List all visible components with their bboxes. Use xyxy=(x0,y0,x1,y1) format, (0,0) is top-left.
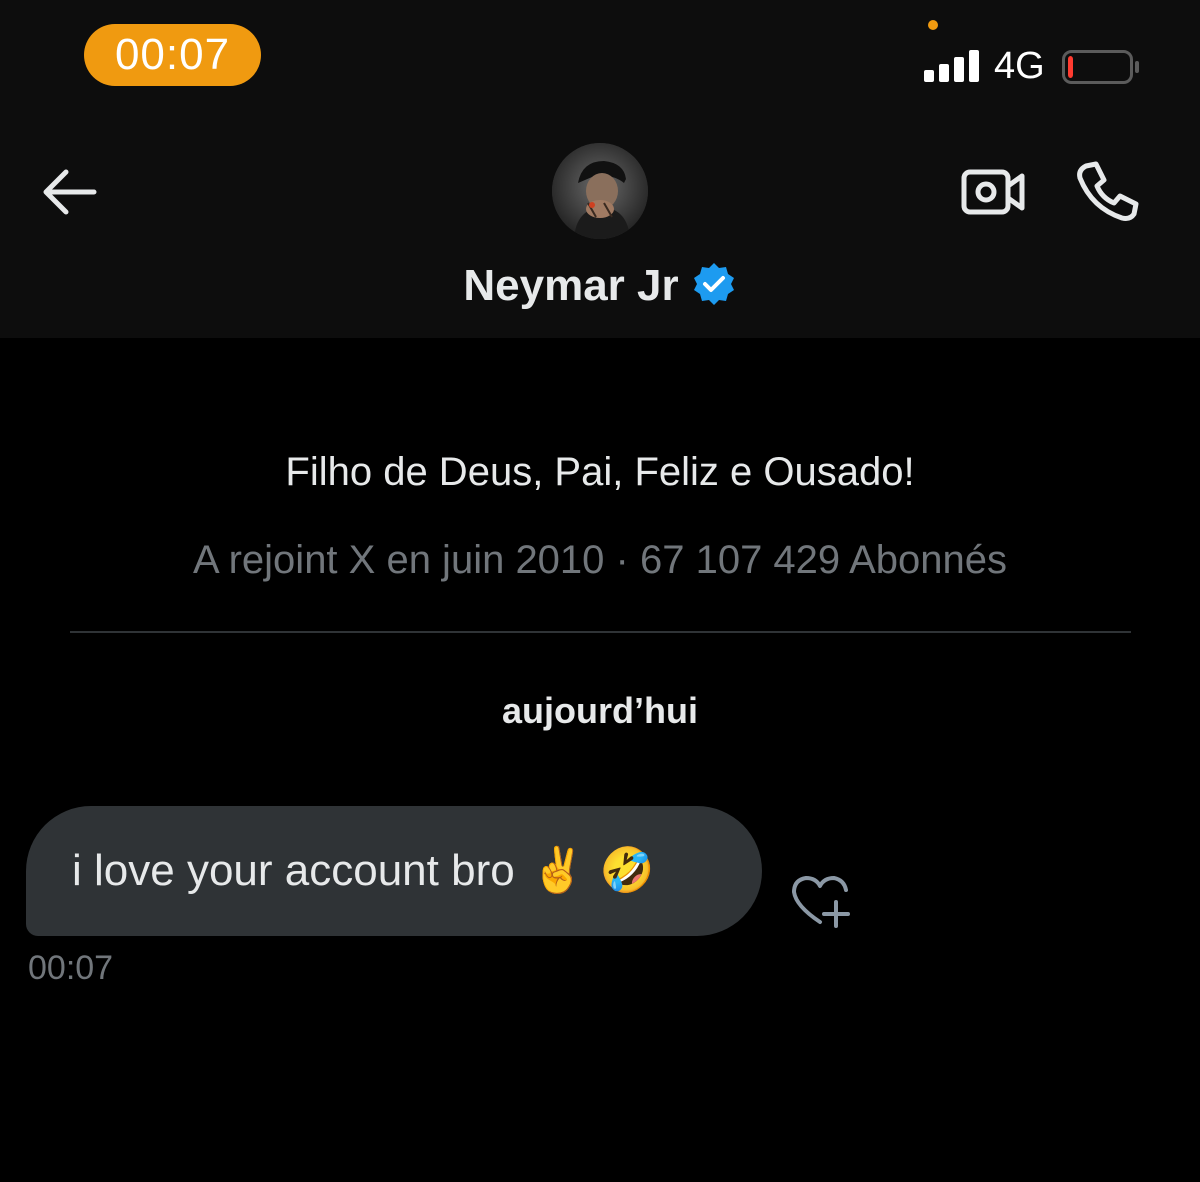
message-text: i love your account bro xyxy=(72,846,515,895)
status-time: 00:07 xyxy=(84,24,261,86)
network-type: 4G xyxy=(994,45,1045,87)
avatar-photo xyxy=(552,143,648,239)
message-bubble[interactable]: i love your account bro ✌️ 🤣 xyxy=(26,806,762,936)
back-arrow-icon[interactable] xyxy=(38,162,102,222)
verified-badge-icon xyxy=(693,263,734,306)
phone-icon[interactable] xyxy=(1072,156,1142,226)
day-separator: aujourd’hui xyxy=(502,690,698,731)
profile-meta: A rejoint X en juin 2010 · 67 107 429 Ab… xyxy=(193,538,1007,582)
heart-plus-icon[interactable] xyxy=(790,872,852,930)
profile-name: Neymar Jr xyxy=(463,261,679,310)
divider xyxy=(70,631,1131,633)
video-call-icon[interactable] xyxy=(954,160,1028,224)
message-emojis: ✌️ 🤣 xyxy=(530,845,655,896)
profile-name-row[interactable]: Neymar Jr xyxy=(0,256,1200,316)
profile-bio: Filho de Deus, Pai, Feliz e Ousado! xyxy=(285,450,915,494)
battery-icon xyxy=(1062,50,1139,84)
mic-indicator-dot xyxy=(928,20,938,30)
message-timestamp: 00:07 xyxy=(28,949,114,987)
avatar[interactable] xyxy=(552,143,648,239)
signal-strength-icon xyxy=(924,50,980,82)
